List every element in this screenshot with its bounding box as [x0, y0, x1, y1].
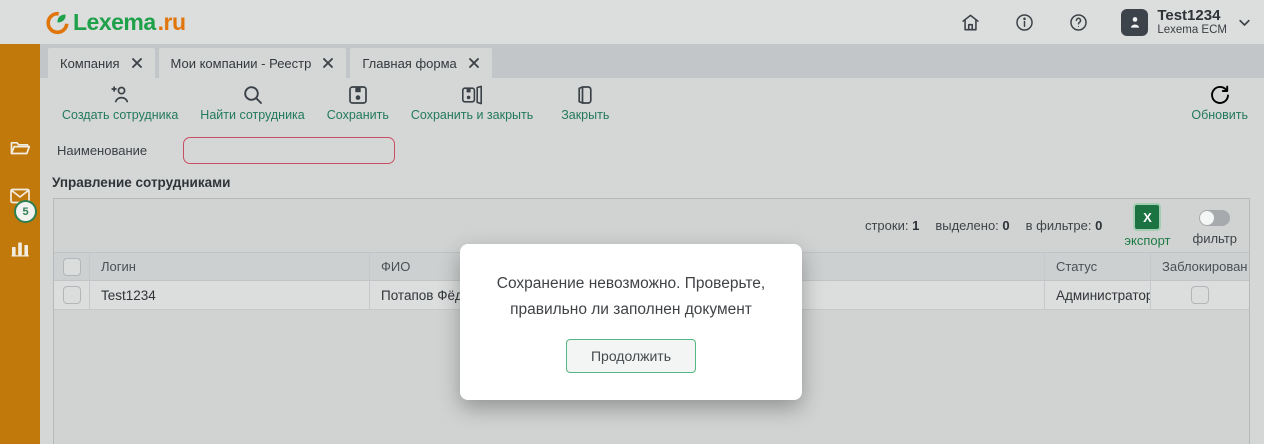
brand-logo[interactable]: Lexema .ru — [44, 9, 186, 36]
section-title: Управление сотрудниками — [52, 175, 231, 190]
toolbar-label: Сохранить и закрыть — [410, 108, 534, 122]
save-button[interactable]: Сохранить — [327, 83, 389, 122]
brand-logo-icon — [46, 11, 69, 34]
toolbar-label: Закрыть — [561, 108, 610, 122]
column-header-blocked[interactable]: Заблокирован — [1150, 253, 1249, 280]
column-header-login[interactable]: Логин — [89, 253, 369, 280]
app-window: Lexema .ru Test1234 Lexema ECM 5 Компани… — [0, 0, 1264, 444]
door-icon — [578, 86, 592, 104]
save-icon — [348, 86, 367, 104]
sidebar-item-documents[interactable] — [8, 136, 32, 160]
export-button[interactable]: X экспорт — [1124, 203, 1171, 248]
refresh-button[interactable]: Обновить — [1191, 83, 1248, 122]
close-icon[interactable] — [322, 57, 334, 69]
row-blocked-cell — [1150, 281, 1249, 309]
toolbar-label: Найти сотрудника — [200, 108, 305, 122]
close-icon[interactable] — [468, 57, 480, 69]
selected-count: выделено: 0 — [935, 218, 1010, 233]
tab-my-companies-registry[interactable]: Мои компании - Реестр — [158, 48, 347, 78]
tab-label: Компания — [60, 55, 120, 71]
tab-label: Мои компании - Реестр — [170, 55, 312, 71]
filter-toggle[interactable]: фильтр — [1193, 205, 1237, 246]
help-icon[interactable] — [1065, 9, 1091, 35]
header-actions: Test1234 Lexema ECM — [929, 0, 1252, 44]
user-org: Lexema ECM — [1157, 23, 1227, 36]
save-and-close-icon — [462, 85, 483, 105]
brand-suffix: .ru — [157, 8, 186, 35]
dialog-message: Сохранение невозможно. Проверьте, правил… — [496, 275, 766, 318]
bar-chart-icon — [11, 242, 29, 257]
app-header: Lexema .ru Test1234 Lexema ECM — [0, 0, 1264, 44]
refresh-icon — [1210, 85, 1229, 104]
user-name: Test1234 — [1157, 7, 1221, 25]
tab-label: Главная форма — [362, 55, 457, 71]
toolbar-label: Создать сотрудника — [62, 108, 179, 122]
name-form-row: Наименование — [57, 130, 396, 170]
name-input[interactable] — [183, 136, 396, 164]
search-icon — [243, 86, 262, 104]
sidebar: 5 — [0, 44, 40, 444]
home-icon[interactable] — [957, 9, 983, 35]
tab-company[interactable]: Компания — [48, 48, 155, 78]
avatar — [1121, 8, 1149, 36]
name-field-label: Наименование — [57, 142, 148, 158]
close-form-button[interactable]: Закрыть — [555, 83, 615, 122]
row-select-checkbox[interactable] — [62, 286, 81, 304]
user-menu[interactable]: Test1234 Lexema ECM — [1121, 8, 1252, 36]
find-employee-button[interactable]: Найти сотрудника — [200, 83, 305, 122]
person-add-icon — [111, 86, 129, 103]
toolbar: Создать сотрудника Найти сотрудника Сохр… — [40, 78, 1264, 126]
tab-strip: Компания Мои компании - Реестр Главная ф… — [40, 44, 1264, 78]
excel-icon: X — [1133, 203, 1162, 231]
select-all-checkbox[interactable] — [62, 257, 81, 276]
row-select-cell — [54, 281, 89, 309]
info-icon[interactable] — [1011, 9, 1037, 35]
close-icon[interactable] — [131, 57, 143, 69]
save-error-dialog: Сохранение невозможно. Проверьте, правил… — [460, 244, 802, 400]
select-all-cell — [54, 253, 89, 280]
user-names: Test1234 Lexema ECM — [1157, 8, 1227, 36]
sidebar-item-reports[interactable] — [8, 236, 32, 260]
continue-button[interactable]: Продолжить — [565, 339, 697, 373]
toolbar-label: Сохранить — [326, 108, 389, 122]
brand-name: Lexema — [73, 8, 156, 35]
filter-label: фильтр — [1192, 231, 1237, 246]
toolbar-label: Обновить — [1191, 108, 1248, 122]
folder-open-icon — [10, 141, 31, 155]
create-employee-button[interactable]: Создать сотрудника — [62, 83, 178, 122]
messages-count-badge: 5 — [14, 200, 37, 223]
chevron-down-icon[interactable] — [1237, 15, 1252, 30]
export-label: экспорт — [1124, 233, 1171, 248]
row-login-cell: Test1234 — [89, 281, 369, 309]
save-and-close-button[interactable]: Сохранить и закрыть — [411, 83, 533, 122]
tab-main-form[interactable]: Главная форма — [350, 48, 492, 78]
column-header-status[interactable]: Статус — [1044, 253, 1150, 280]
blocked-checkbox[interactable] — [1191, 286, 1209, 304]
row-status-cell: Администратор — [1044, 281, 1150, 309]
rows-count: строки: 1 — [864, 218, 920, 233]
toggle-off-icon[interactable] — [1199, 210, 1231, 226]
filtered-count: в фильтре: 0 — [1025, 218, 1103, 233]
